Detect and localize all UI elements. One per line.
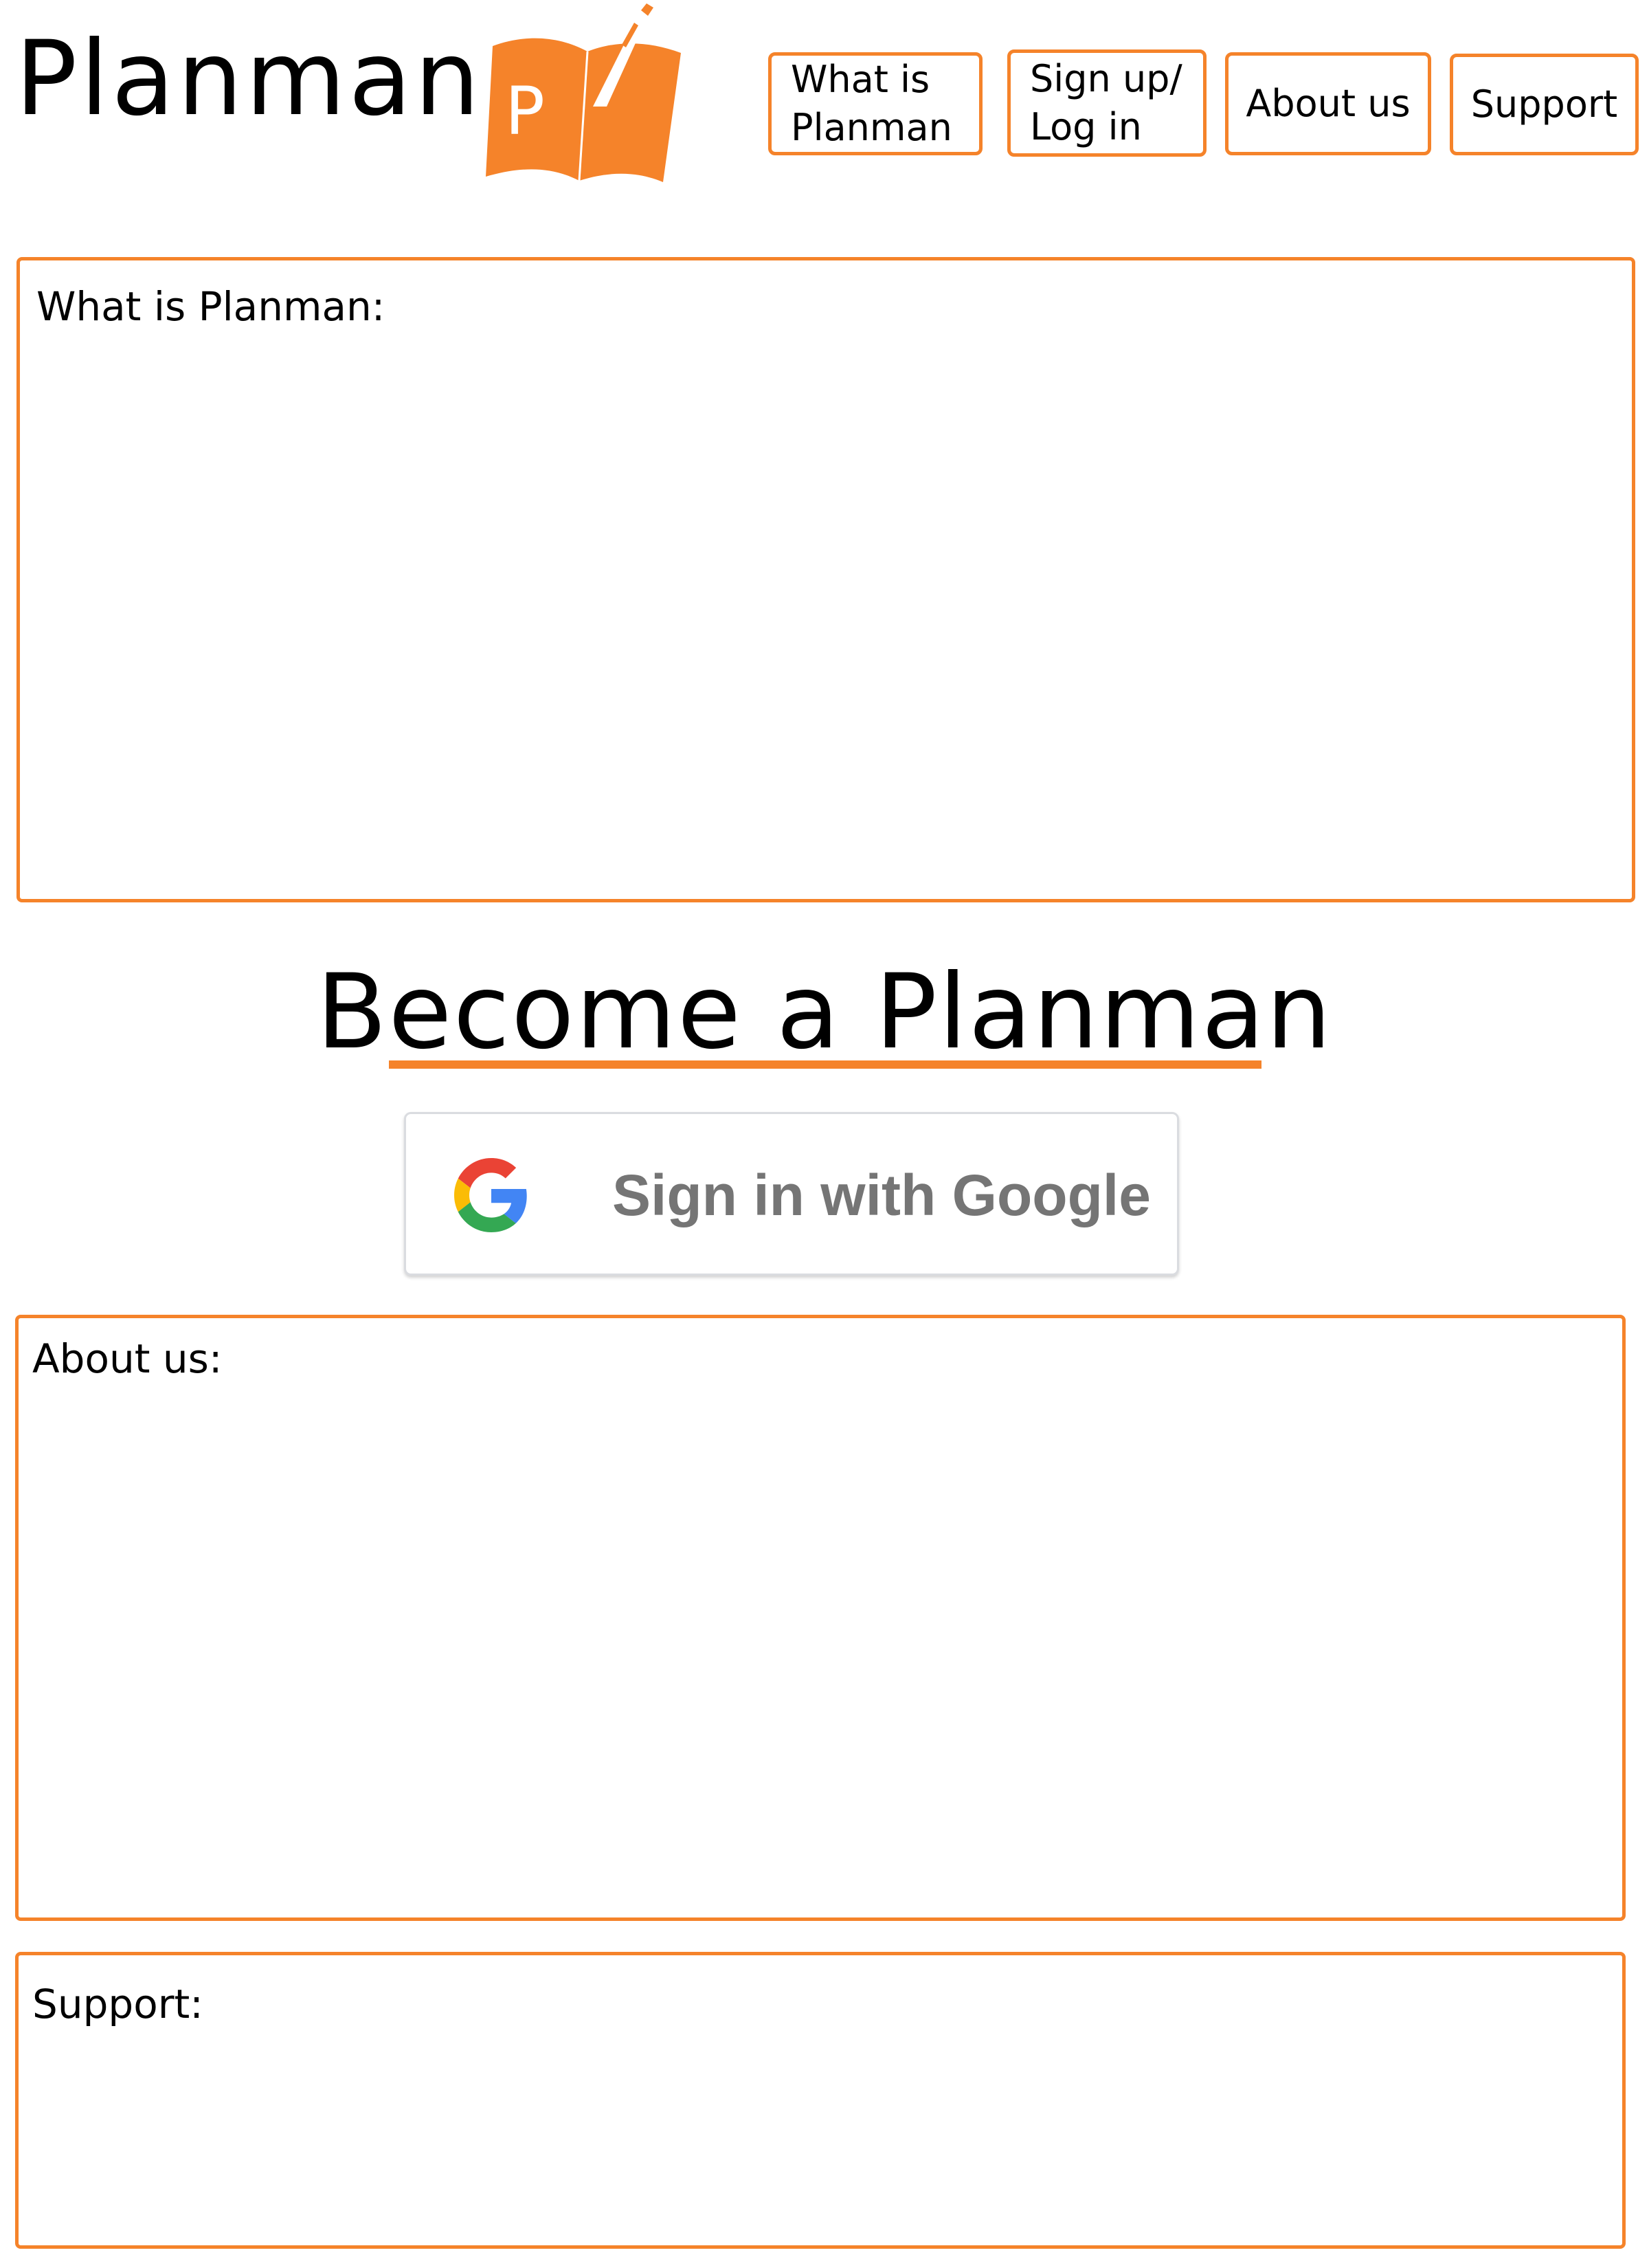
planman-logo-icon: P — [486, 3, 681, 182]
nav-sign-up-log-in-button[interactable]: Sign up/ Log in — [1007, 49, 1207, 157]
logo-letter: P — [505, 73, 545, 150]
become-planman-heading: Become a Planman — [316, 953, 1333, 1072]
support-section: Support: — [15, 1952, 1626, 2249]
about-us-heading: About us: — [32, 1335, 223, 1382]
support-heading: Support: — [32, 1981, 203, 2027]
heading-underline — [389, 1060, 1261, 1069]
nav-what-is-planman-label: What is Planman — [791, 58, 952, 149]
what-is-planman-heading: What is Planman: — [36, 283, 385, 330]
google-sign-in-button[interactable]: Sign in with Google — [404, 1112, 1179, 1276]
nav-support-button[interactable]: Support — [1450, 54, 1639, 155]
nav-sign-up-log-in-label: Sign up/ Log in — [1030, 57, 1182, 148]
nav-support-label: Support — [1470, 82, 1618, 126]
nav-what-is-planman-button[interactable]: What is Planman — [768, 52, 983, 155]
nav-about-us-label: About us — [1246, 82, 1411, 125]
google-sign-in-label: Sign in with Google — [612, 1163, 1151, 1227]
what-is-planman-section: What is Planman: — [16, 257, 1635, 902]
google-g-icon — [454, 1158, 527, 1232]
nav-about-us-button[interactable]: About us — [1225, 52, 1431, 155]
site-title: Planman — [15, 19, 483, 139]
about-us-section: About us: — [15, 1315, 1626, 1921]
